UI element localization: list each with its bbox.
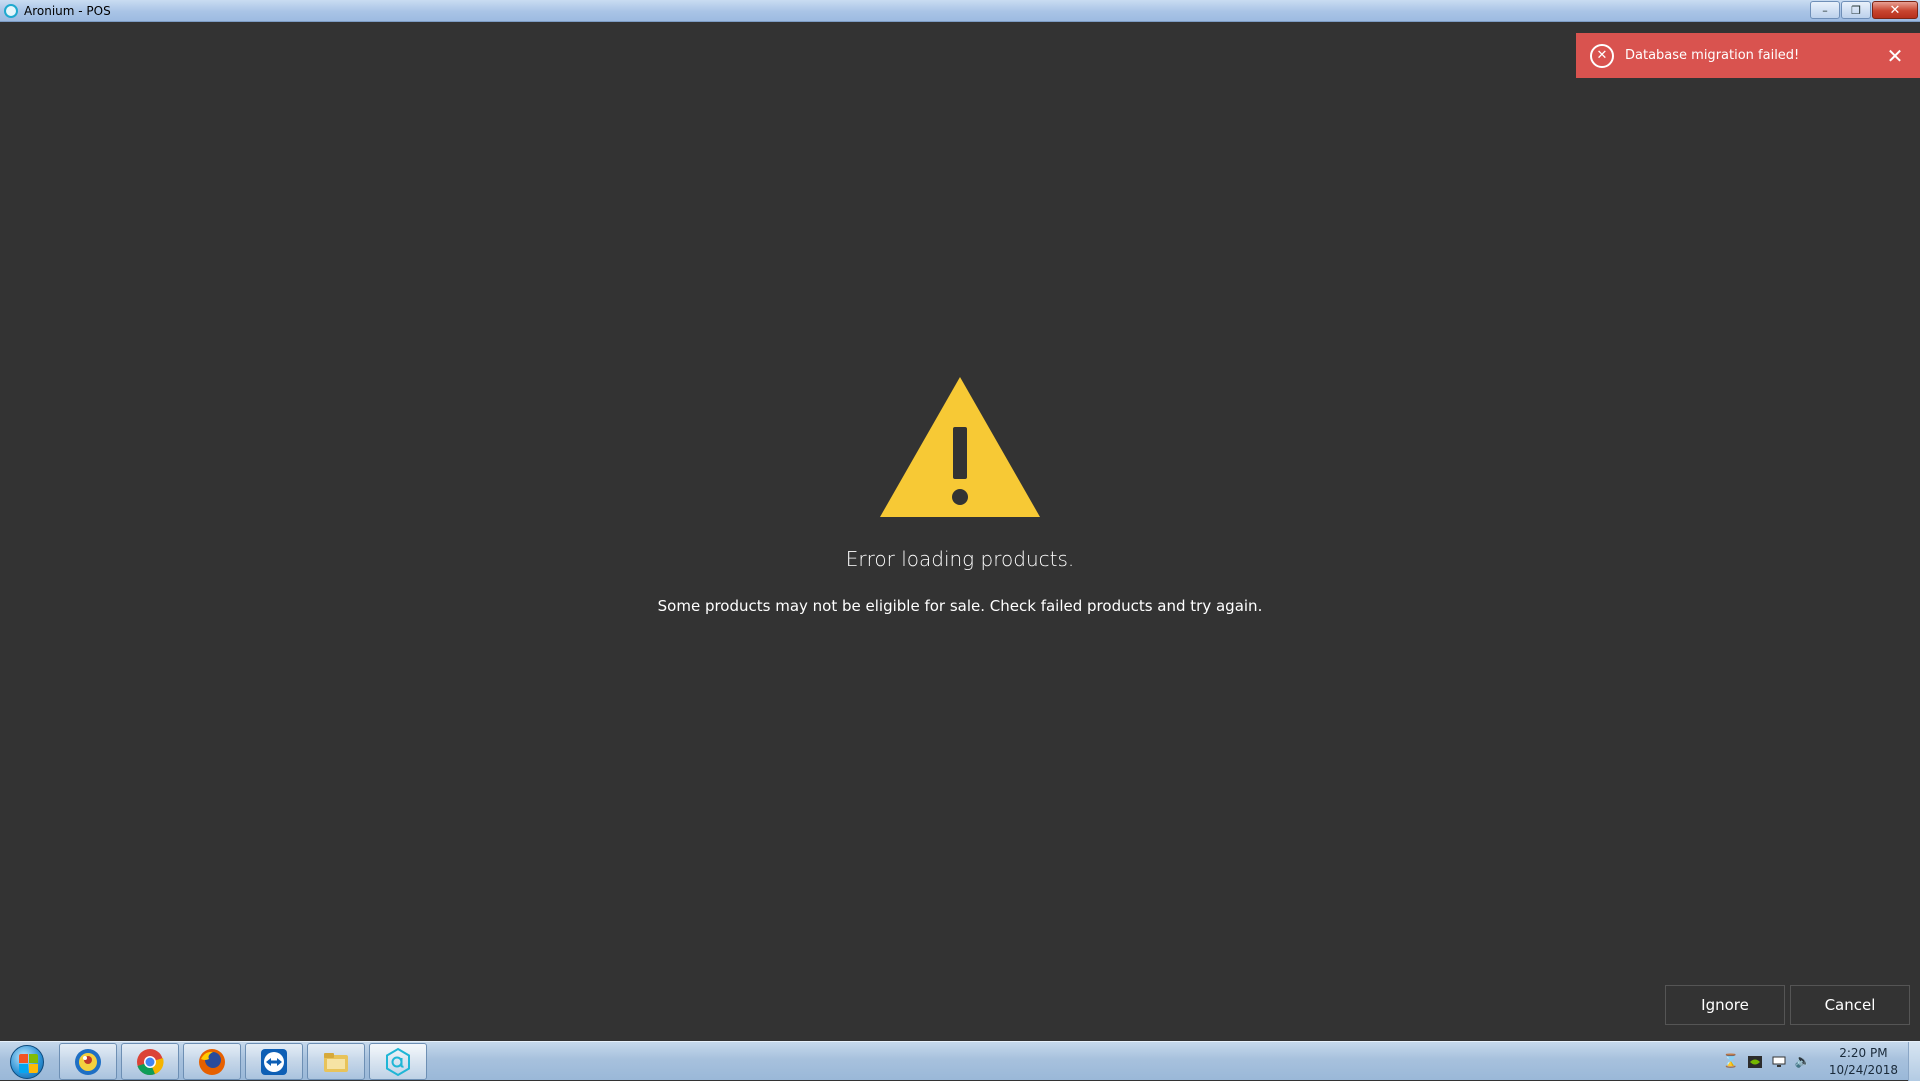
restore-button[interactable]: ❐ xyxy=(1841,1,1871,19)
aronium-app-icon xyxy=(4,3,18,18)
x-circle-icon: ✕ xyxy=(1590,43,1614,68)
minimize-button[interactable]: – xyxy=(1810,1,1840,19)
close-icon: ✕ xyxy=(1886,43,1904,68)
teamviewer-icon xyxy=(261,1048,287,1075)
network-icon[interactable] xyxy=(1771,1054,1787,1070)
cancel-button[interactable]: Cancel xyxy=(1790,985,1910,1025)
show-desktop-button[interactable] xyxy=(1908,1042,1920,1081)
clock-time: 2:20 PM xyxy=(1839,1045,1888,1060)
file-explorer-icon xyxy=(324,1052,348,1072)
error-description: Some products may not be eligible for sa… xyxy=(657,597,1263,615)
volume-icon[interactable]: 🔈 xyxy=(1795,1054,1811,1070)
clock-date: 10/24/2018 xyxy=(1828,1062,1898,1077)
taskbar-aronium[interactable] xyxy=(369,1043,427,1080)
warning-triangle-icon xyxy=(880,377,1040,517)
error-toast: ✕ Database migration failed! ✕ xyxy=(1576,33,1920,78)
window-title: Aronium - POS xyxy=(24,3,111,18)
toast-message: Database migration failed! xyxy=(1625,48,1800,63)
chrome-icon xyxy=(137,1048,164,1075)
taskbar: ⌛ 🔈 2:20 PM 10/24/2018 xyxy=(0,1041,1920,1081)
error-title: Error loading products. xyxy=(845,547,1075,571)
system-tray: ⌛ 🔈 2:20 PM 10/24/2018 xyxy=(1719,1042,1898,1081)
ignore-button[interactable]: Ignore xyxy=(1665,985,1785,1025)
taskbar-teamviewer[interactable] xyxy=(245,1043,303,1080)
taskbar-file-explorer[interactable] xyxy=(307,1043,365,1080)
window-controls: – ❐ ✕ xyxy=(1809,1,1918,19)
hourglass-icon[interactable]: ⌛ xyxy=(1723,1054,1739,1070)
taskbar-chrome[interactable] xyxy=(121,1043,179,1080)
window-titlebar: Aronium - POS – ❐ ✕ xyxy=(0,0,1920,22)
close-window-button[interactable]: ✕ xyxy=(1872,1,1918,19)
main-content: ✕ Database migration failed! ✕ Error loa… xyxy=(0,22,1920,1041)
taskbar-browser-pinned[interactable] xyxy=(59,1043,117,1080)
browser-pinned-icon xyxy=(75,1048,101,1075)
nvidia-icon[interactable] xyxy=(1747,1054,1763,1070)
start-orb-icon xyxy=(10,1044,44,1079)
taskbar-firefox[interactable] xyxy=(183,1043,241,1080)
system-clock[interactable]: 2:20 PM 10/24/2018 xyxy=(1829,1045,1898,1079)
aronium-icon xyxy=(386,1047,410,1076)
firefox-icon xyxy=(199,1048,225,1075)
start-button[interactable] xyxy=(4,1043,50,1080)
toast-close-button[interactable]: ✕ xyxy=(1880,41,1910,71)
